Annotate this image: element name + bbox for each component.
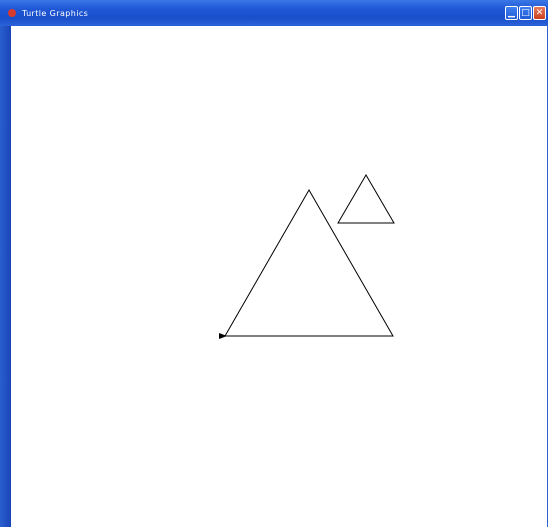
title-bar[interactable]: Turtle Graphics ▁ □ ✕ <box>0 0 548 26</box>
turtle-canvas[interactable] <box>11 26 547 527</box>
large-triangle <box>224 188 394 337</box>
turtle-graphics-window: Turtle Graphics ▁ □ ✕ <box>0 0 548 527</box>
app-icon <box>8 9 16 17</box>
maximize-button[interactable]: □ <box>519 6 532 20</box>
drawing-surface <box>219 174 395 339</box>
window-left-border <box>0 26 11 527</box>
window-controls: ▁ □ ✕ <box>505 6 546 20</box>
window-title: Turtle Graphics <box>22 8 89 18</box>
minimize-button[interactable]: ▁ <box>505 6 518 20</box>
small-triangle <box>337 174 395 224</box>
close-button[interactable]: ✕ <box>533 6 546 20</box>
